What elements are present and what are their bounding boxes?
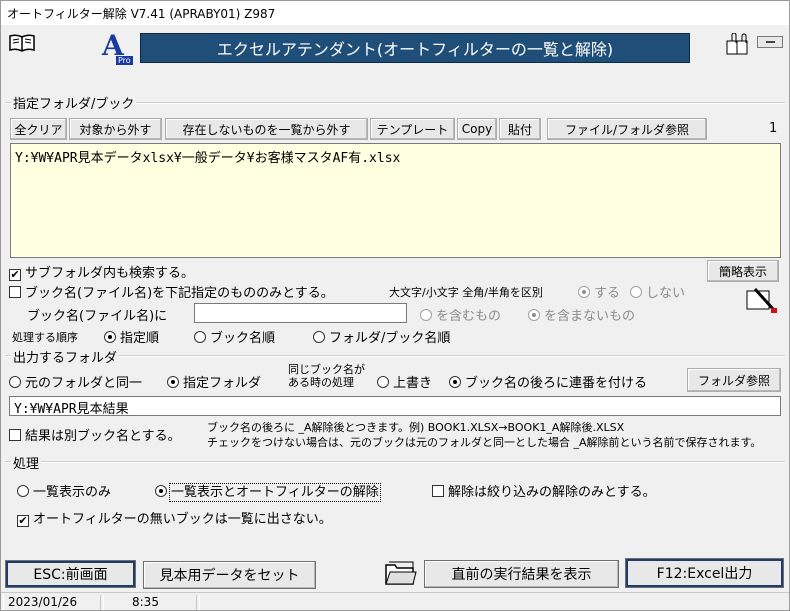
status-date: 2023/01/26 [3,595,101,610]
status-bar: 2023/01/26 8:35 [1,592,789,610]
template-button[interactable]: テンプレート [370,118,455,140]
not-contains-radio[interactable]: を含まないもの [528,305,635,324]
show-last-result-button[interactable]: 直前の実行結果を表示 [424,560,619,588]
same-name-label: 同じブック名が ある時の処理 [288,363,365,389]
bookname-label: ブック名(ファイル名)に [27,309,168,324]
status-message [199,595,787,610]
window-title: オートフィルター解除 V7.41 (APRABY01) Z987 [7,7,276,21]
overwrite-radio[interactable]: 上書き [377,372,432,391]
output-group-divider [5,355,785,357]
minimize-button[interactable] [757,36,783,48]
order-folder-bookname-radio[interactable]: フォルダ/ブック名順 [313,327,450,346]
copy-button[interactable]: Copy [457,118,497,140]
case-sensitive-label: 大文字/小文字 全角/半角を区別 [389,286,543,299]
order-specified-radio[interactable]: 指定順 [104,327,159,346]
subfolder-checkbox[interactable]: ✔ サブフォルダ内も検索する。 [9,262,194,281]
rename-note-line1: ブック名の後ろに _A解除後とつきます。例) BOOK1.XLSX→BOOK1_… [207,421,625,434]
folder-icon[interactable] [383,557,417,587]
case-no-radio[interactable]: しない [630,282,685,301]
list-only-radio[interactable]: 一覧表示のみ [17,481,111,500]
clear-filter-only-checkbox[interactable]: 解除は絞り込みの解除のみとする。 [432,481,656,500]
app-logo: A Pro [102,29,133,65]
same-folder-radio[interactable]: 元のフォルダと同一 [9,372,142,391]
folder-group-label: 指定フォルダ/ブック [11,93,137,112]
bookname-input[interactable] [194,303,407,323]
folder-browse-button[interactable]: フォルダ参照 [687,368,781,392]
minimize-icon [766,41,775,43]
bookname-only-checkbox[interactable]: ブック名(ファイル名)を下記指定のもののみとする。 [9,282,334,301]
app-window: オートフィルター解除 V7.41 (APRABY01) Z987 A Pro エ… [0,0,790,611]
remove-target-button[interactable]: 対象から外す [69,118,162,140]
paste-button[interactable]: 貼付 [499,118,541,140]
append-serial-radio[interactable]: ブック名の後ろに連番を付ける [449,372,647,391]
specified-folder-radio[interactable]: 指定フォルダ [167,372,261,391]
separate-name-checkbox[interactable]: 結果は別ブック名とする。 [9,425,181,444]
title-bar: オートフィルター解除 V7.41 (APRABY01) Z987 [1,1,789,25]
page-title: エクセルアテンダント(オートフィルターの一覧と解除) [140,33,690,63]
checkmark-icon: ✔ [17,514,29,527]
edit-pen-icon[interactable] [745,285,779,315]
process-group-label: 処理 [11,453,42,472]
path-list-item[interactable]: Y:¥W¥APR見本データxlsx¥一般データ¥お客様マスタAF有.xlsx [15,151,400,166]
simple-view-button[interactable]: 簡略表示 [707,260,779,282]
process-group-divider [5,461,785,463]
case-yes-radio[interactable]: する [578,282,620,301]
path-list-textarea[interactable]: Y:¥W¥APR見本データxlsx¥一般データ¥お客様マスタAF有.xlsx [10,143,781,258]
order-label: 処理する順序 [12,331,78,344]
status-time: 8:35 [103,595,197,610]
checkmark-icon: ✔ [9,268,21,281]
output-path-input[interactable]: Y:¥W¥APR見本結果 [9,396,781,417]
rename-note-line2: チェックをつけない場合は、元のブックは元のフォルダと同一とした場合 _A解除前と… [207,436,762,449]
f12-excel-output-button[interactable]: F12:Excel出力 [625,558,784,588]
order-bookname-radio[interactable]: ブック名順 [194,327,275,346]
set-sample-data-button[interactable]: 見本用データをセット [143,561,316,589]
hide-no-filter-checkbox[interactable]: ✔ オートフィルターの無いブックは一覧に出さない。 [17,508,332,527]
list-and-clear-radio[interactable]: 一覧表示とオートフィルターの解除 [155,481,381,502]
clear-all-button[interactable]: 全クリア [10,118,67,140]
path-count: 1 [769,121,778,136]
contains-radio[interactable]: を含むもの [420,305,501,324]
remove-missing-button[interactable]: 存在しないものを一覧から外す [165,118,368,140]
binder-clip-icon[interactable] [725,33,751,55]
output-group-label: 出力するフォルダ [11,347,120,366]
book-icon[interactable] [9,34,35,52]
file-folder-browse-button[interactable]: ファイル/フォルダ参照 [547,118,707,140]
esc-back-button[interactable]: ESC:前画面 [5,560,136,588]
